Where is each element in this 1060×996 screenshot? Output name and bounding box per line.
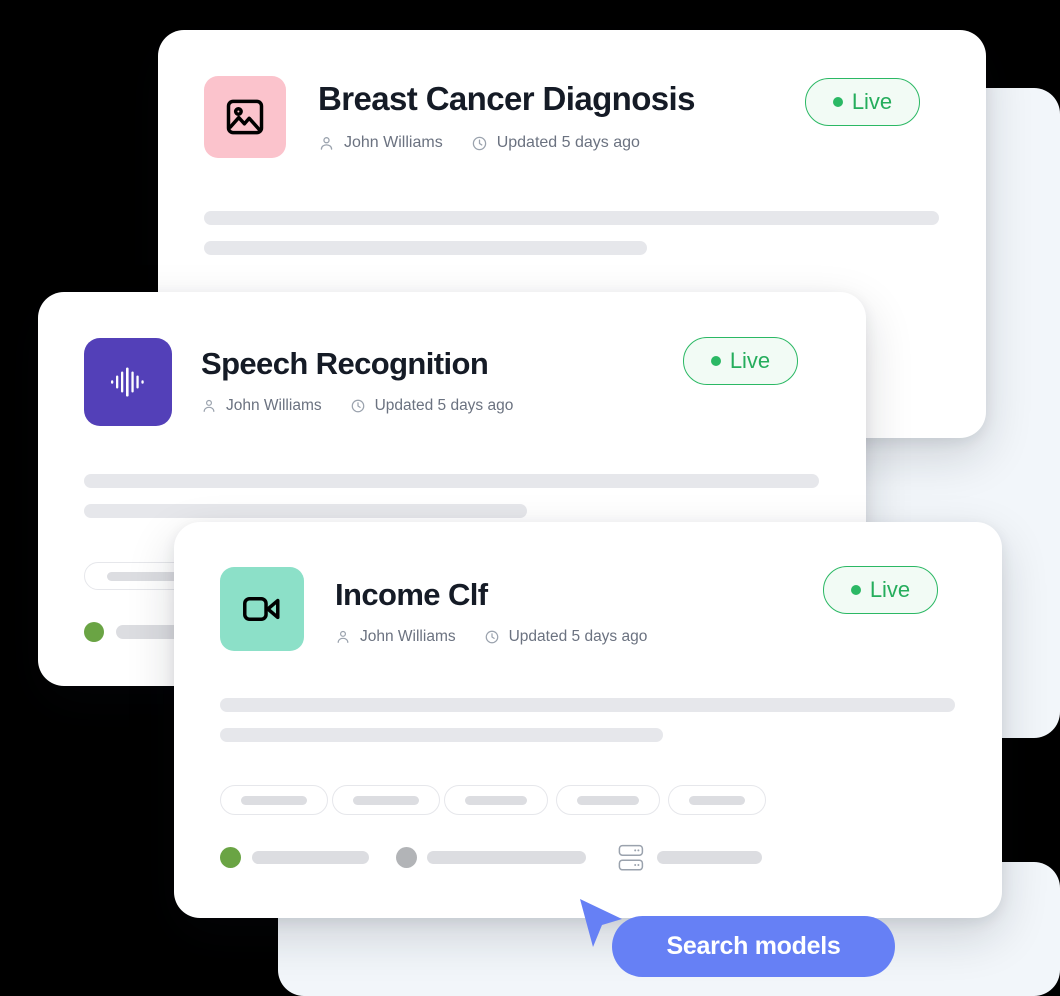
user-icon: [337, 630, 349, 643]
live-dot-icon: [832, 97, 843, 107]
meta-updated-text: Updated 5 days ago: [374, 397, 514, 414]
chip-inner-bar: [689, 795, 745, 805]
meta-updated-text: Updated 5 days ago: [496, 134, 640, 151]
skeleton-line: [204, 241, 647, 255]
card-header: Breast Cancer Diagnosis John Williams Up…: [204, 76, 695, 158]
live-dot-icon: [710, 356, 721, 366]
meta-author: John Williams: [318, 134, 443, 152]
meta-author: John Williams: [201, 397, 322, 415]
status-badge-label: Live: [869, 577, 911, 602]
status-badge-live[interactable]: Live: [823, 566, 938, 614]
image-icon: [204, 76, 286, 158]
cursor-arrow-icon: [576, 897, 632, 957]
card-title: Breast Cancer Diagnosis: [318, 80, 695, 117]
clock-icon: [472, 136, 486, 150]
status-badge-label: Live: [851, 89, 893, 114]
card-meta: John Williams Updated 5 days ago: [201, 397, 513, 415]
waveform-bars: [111, 367, 144, 397]
chip-inner-bar: [465, 795, 527, 805]
meta-author-text: John Williams: [226, 397, 322, 414]
search-models-button[interactable]: Search models: [612, 916, 895, 977]
status-badge-label: Live: [729, 348, 771, 373]
chip-inner-bar: [577, 795, 639, 805]
status-dot-gray: [396, 847, 417, 868]
chip-placeholder[interactable]: [556, 785, 660, 815]
meta-author: John Williams: [335, 628, 456, 646]
chip-placeholder[interactable]: [332, 785, 440, 815]
meta-updated: Updated 5 days ago: [484, 628, 648, 646]
user-icon: [320, 136, 333, 150]
meta-updated: Updated 5 days ago: [471, 134, 640, 152]
chip-inner-bar: [353, 795, 419, 805]
skeleton-line: [220, 728, 663, 742]
meta-author-text: John Williams: [344, 134, 443, 151]
live-dot-icon: [850, 585, 861, 595]
status-badge-live[interactable]: Live: [683, 337, 798, 385]
chip-placeholder[interactable]: [220, 785, 328, 815]
status-badge-live[interactable]: Live: [805, 78, 920, 126]
illustration-stage: Breast Cancer Diagnosis John Williams Up…: [0, 0, 1060, 996]
chip-placeholder[interactable]: [668, 785, 766, 815]
skeleton-line: [84, 474, 819, 488]
card-meta: John Williams Updated 5 days ago: [335, 628, 647, 646]
skeleton-line: [657, 851, 762, 864]
video-camera-icon: [220, 567, 304, 651]
status-dot-green: [220, 847, 241, 868]
card-title: Speech Recognition: [201, 346, 489, 381]
status-dot-green: [84, 622, 104, 642]
audio-waveform-icon: [84, 338, 172, 426]
model-card-income-clf[interactable]: Income Clf John Williams Updated 5 days …: [174, 522, 1002, 918]
skeleton-line: [220, 698, 955, 712]
card-title: Income Clf: [335, 577, 488, 612]
meta-author-text: John Williams: [360, 628, 456, 645]
chip-inner-bar: [241, 795, 307, 805]
card-header: Income Clf John Williams Updated 5 days …: [220, 567, 647, 651]
meta-updated-text: Updated 5 days ago: [508, 628, 648, 645]
user-icon: [203, 399, 215, 412]
skeleton-line: [84, 504, 527, 518]
skeleton-line: [204, 211, 939, 225]
skeleton-line: [252, 851, 369, 864]
clock-icon: [351, 399, 364, 413]
skeleton-line: [427, 851, 586, 864]
chip-placeholder[interactable]: [444, 785, 548, 815]
card-header: Speech Recognition John Williams Updated…: [84, 338, 513, 426]
card-meta: John Williams Updated 5 days ago: [318, 134, 695, 152]
server-stack-icon: [618, 844, 644, 872]
clock-icon: [485, 630, 498, 644]
meta-updated: Updated 5 days ago: [350, 397, 514, 415]
